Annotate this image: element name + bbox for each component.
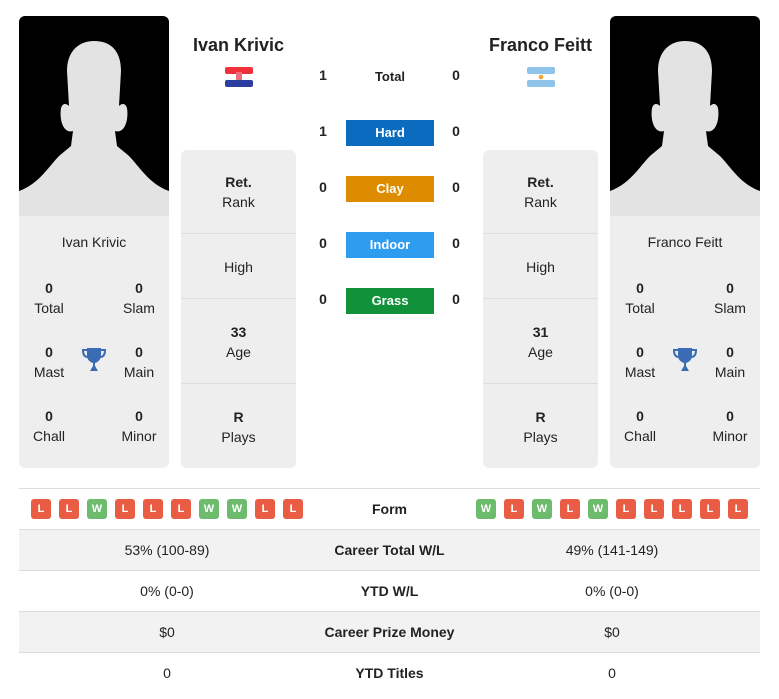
form-badge-loss[interactable]: L xyxy=(560,499,580,519)
h2h-clay-p2: 0 xyxy=(452,179,460,195)
player2-chall-titles: 0 Chall xyxy=(624,408,656,444)
h2h-total-label: Total xyxy=(374,69,406,84)
h2h-hard-p1: 1 xyxy=(319,123,327,139)
h2h-grass-p1: 0 xyxy=(319,291,327,307)
form-badge-loss[interactable]: L xyxy=(644,499,664,519)
player2-info-card: Ret. Rank High 31 Age R Plays xyxy=(483,150,598,468)
ytd-titles-row: 0 YTD Titles 0 xyxy=(19,652,760,694)
ytd-wl-label: YTD W/L xyxy=(360,583,419,599)
form-badge-loss[interactable]: L xyxy=(728,499,748,519)
player2-high: High xyxy=(526,259,555,275)
player1-slam-titles: 0 Slam xyxy=(123,280,155,316)
ytd-wl-row: 0% (0-0) YTD W/L 0% (0-0) xyxy=(19,570,760,612)
form-label: Form xyxy=(372,501,407,517)
player1-ytd-titles: 0 xyxy=(163,665,171,681)
form-row: LLWLLLWWLL Form WLWLWLLLLL xyxy=(19,488,760,530)
player1-plays: R Plays xyxy=(221,409,256,445)
player2-age: 31 Age xyxy=(528,324,553,360)
form-badge-loss[interactable]: L xyxy=(672,499,692,519)
form-badge-win[interactable]: W xyxy=(227,499,247,519)
h2h-total-p1: 1 xyxy=(319,67,327,83)
player2-photo xyxy=(610,16,760,216)
form-badge-loss[interactable]: L xyxy=(143,499,163,519)
player2-card-name: Franco Feitt xyxy=(647,234,723,250)
player2-ytd-titles: 0 xyxy=(608,665,616,681)
form-badge-loss[interactable]: L xyxy=(700,499,720,519)
surface-indoor-badge[interactable]: Indoor xyxy=(346,232,434,258)
player1-career-wl: 53% (100-89) xyxy=(124,542,210,558)
form-badge-loss[interactable]: L xyxy=(283,499,303,519)
form-badge-win[interactable]: W xyxy=(199,499,219,519)
player1-age: 33 Age xyxy=(226,324,251,360)
player1-minor-titles: 0 Minor xyxy=(121,408,157,444)
player1-total-titles: 0 Total xyxy=(34,280,64,316)
trophy-icon xyxy=(673,348,697,371)
form-badge-loss[interactable]: L xyxy=(115,499,135,519)
form-badge-loss[interactable]: L xyxy=(31,499,51,519)
h2h-total-p2: 0 xyxy=(452,67,460,83)
player2-minor-titles: 0 Minor xyxy=(712,408,748,444)
form-badge-loss[interactable]: L xyxy=(504,499,524,519)
player2-mast-titles: 0 Mast xyxy=(624,344,656,380)
player1-high: High xyxy=(224,259,253,275)
player2-total-titles: 0 Total xyxy=(625,280,655,316)
player2-career-wl: 49% (141-149) xyxy=(565,542,659,558)
player2-rank: Ret. Rank xyxy=(524,174,557,210)
player1-chall-titles: 0 Chall xyxy=(33,408,65,444)
player2-name[interactable]: Franco Feitt xyxy=(483,35,598,56)
player1-prize-money: $0 xyxy=(159,624,175,640)
player1-rank: Ret. Rank xyxy=(222,174,255,210)
player1-ytd-wl: 0% (0-0) xyxy=(140,583,194,599)
player2-main-titles: 0 Main xyxy=(714,344,746,380)
h2h-hard-p2: 0 xyxy=(452,123,460,139)
argentina-flag-icon xyxy=(527,67,555,87)
player1-mast-titles: 0 Mast xyxy=(33,344,65,380)
player1-main-titles: 0 Main xyxy=(123,344,155,380)
form-badge-win[interactable]: W xyxy=(532,499,552,519)
player-silhouette-icon xyxy=(19,41,169,216)
ytd-titles-label: YTD Titles xyxy=(355,665,424,681)
h2h-clay-p1: 0 xyxy=(319,179,327,195)
surface-hard-badge[interactable]: Hard xyxy=(346,120,434,146)
prize-money-label: Career Prize Money xyxy=(324,624,455,640)
form-badge-win[interactable]: W xyxy=(476,499,496,519)
form-badge-loss[interactable]: L xyxy=(255,499,275,519)
player1-card-name: Ivan Krivic xyxy=(61,234,127,250)
player2-plays: R Plays xyxy=(523,409,558,445)
career-wl-row: 53% (100-89) Career Total W/L 49% (141-1… xyxy=(19,529,760,571)
form-badge-loss[interactable]: L xyxy=(59,499,79,519)
form-badge-loss[interactable]: L xyxy=(616,499,636,519)
h2h-indoor-p1: 0 xyxy=(319,235,327,251)
surface-clay-badge[interactable]: Clay xyxy=(346,176,434,202)
player1-name[interactable]: Ivan Krivic xyxy=(181,35,296,56)
player2-slam-titles: 0 Slam xyxy=(714,280,746,316)
surface-grass-badge[interactable]: Grass xyxy=(346,288,434,314)
h2h-indoor-p2: 0 xyxy=(452,235,460,251)
h2h-grass-p2: 0 xyxy=(452,291,460,307)
form-badge-win[interactable]: W xyxy=(588,499,608,519)
career-wl-label: Career Total W/L xyxy=(334,542,445,558)
trophy-icon xyxy=(82,348,106,371)
form-badge-loss[interactable]: L xyxy=(171,499,191,519)
prize-money-row: $0 Career Prize Money $0 xyxy=(19,611,760,653)
player2-prize-money: $0 xyxy=(604,624,620,640)
player-silhouette-icon xyxy=(610,41,760,216)
player2-ytd-wl: 0% (0-0) xyxy=(585,583,639,599)
form-badge-win[interactable]: W xyxy=(87,499,107,519)
player1-photo xyxy=(19,16,169,216)
croatia-flag-icon xyxy=(225,67,253,87)
player1-info-card: Ret. Rank High 33 Age R Plays xyxy=(181,150,296,468)
